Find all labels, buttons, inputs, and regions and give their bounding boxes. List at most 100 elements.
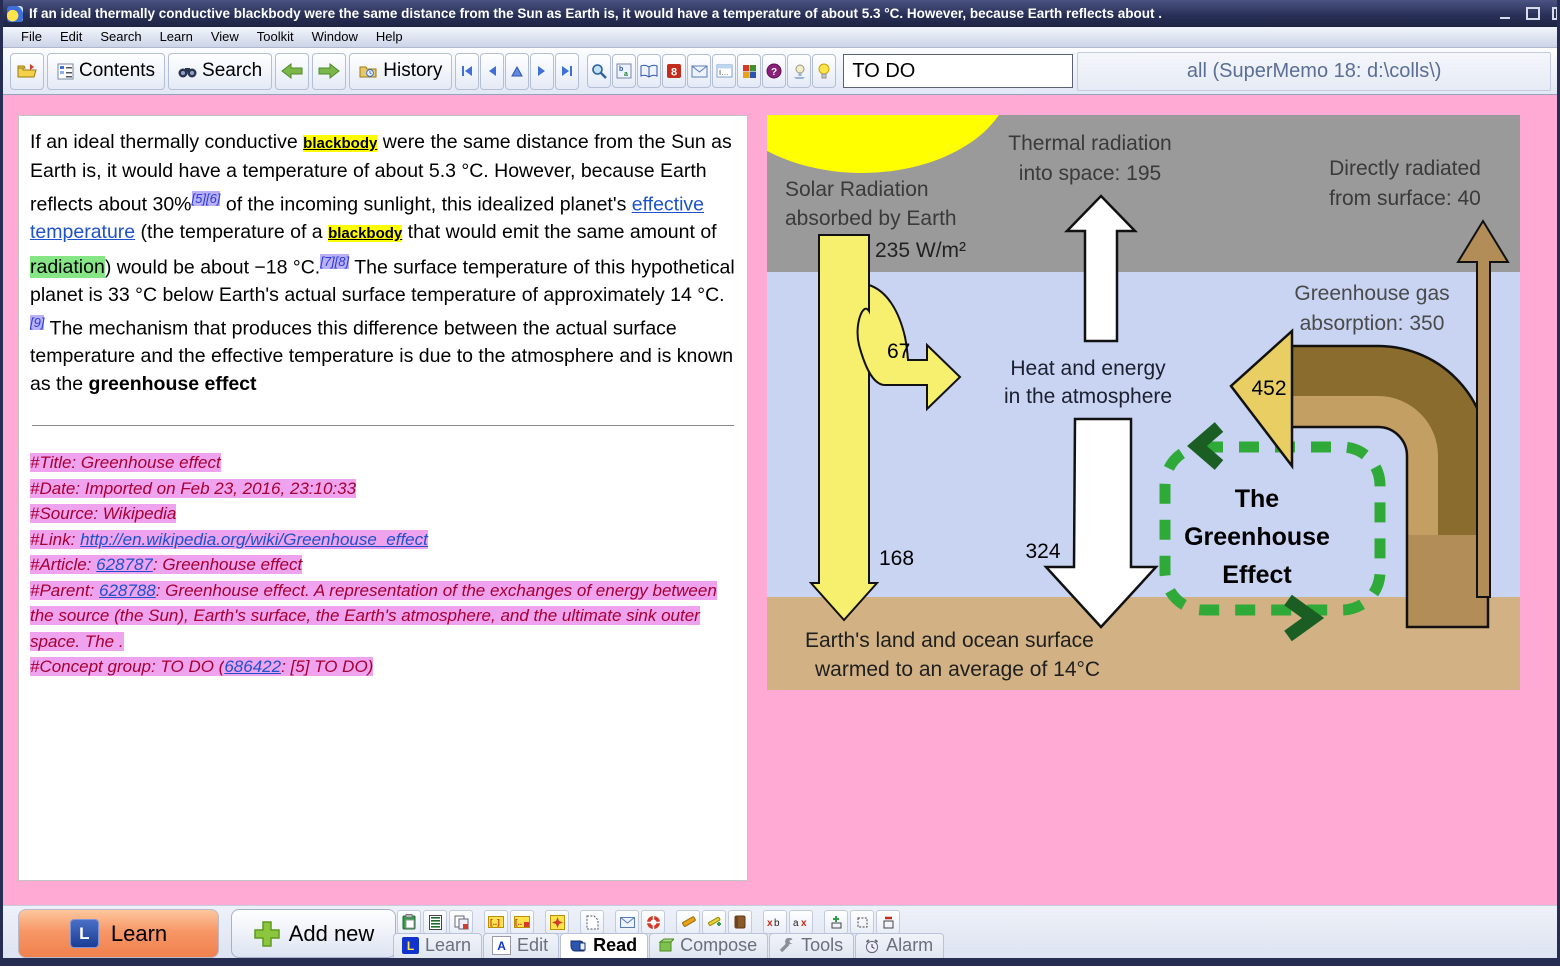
note-line: #Article: 628787: Greenhouse effect <box>30 552 736 578</box>
tab-edit[interactable]: A Edit <box>483 933 559 958</box>
back-arrow-icon <box>281 63 303 79</box>
menu-file[interactable]: File <box>12 27 51 47</box>
note-link[interactable]: 628787 <box>96 555 153 574</box>
menu-search[interactable]: Search <box>91 27 150 47</box>
decompose-icon <box>550 915 565 930</box>
translate-icon: b a <box>616 63 632 79</box>
duplicate-icon <box>454 915 469 930</box>
tools-tab-icon <box>778 938 795 953</box>
nav-next-icon <box>537 65 547 77</box>
dictionary-button[interactable] <box>637 54 661 88</box>
note-line: #Link: http://en.wikipedia.org/wiki/Gree… <box>30 527 736 553</box>
add-template-button[interactable] <box>824 910 848 934</box>
highlight-pen-button[interactable] <box>676 910 700 934</box>
search-button[interactable]: Search <box>168 53 272 90</box>
paste-icon <box>402 914 416 930</box>
mosaic-colors-button[interactable] <box>737 54 761 88</box>
svg-text:a: a <box>793 918 799 928</box>
nav-previous-icon <box>487 65 497 77</box>
nav-next-button[interactable] <box>530 53 554 90</box>
tip-bulb-button[interactable] <box>812 54 836 88</box>
email-button[interactable] <box>687 54 711 88</box>
nav-up-button[interactable] <box>505 53 529 90</box>
google-search-button[interactable]: 8 <box>662 54 686 88</box>
hint-bulb-button[interactable] <box>787 54 811 88</box>
forward-button[interactable] <box>312 53 346 90</box>
extract-pen-button[interactable] <box>702 910 726 934</box>
menu-view[interactable]: View <box>202 27 248 47</box>
template-button[interactable] <box>850 910 874 934</box>
diagram-value: 324 <box>1025 540 1060 563</box>
search-label: Search <box>202 60 262 82</box>
element-title-icon: I… <box>716 64 733 78</box>
article-panel[interactable]: If an ideal thermally conductive blackbo… <box>18 115 748 881</box>
menu-window[interactable]: Window <box>303 27 367 47</box>
hint-bulb-icon <box>792 63 807 79</box>
note-link[interactable]: http://en.wikipedia.org/wiki/Greenhouse_… <box>80 530 428 549</box>
delete-before-cursor-button[interactable]: xb <box>763 910 787 934</box>
article-paragraph: If an ideal thermally conductive blackbo… <box>30 129 736 398</box>
learn-icon: L <box>70 919 99 948</box>
extract-with-reference-button[interactable]: [.. <box>510 910 534 934</box>
reference-marker: [5][6] <box>192 191 221 206</box>
nav-last-button[interactable] <box>555 53 579 90</box>
note-line: #Date: Imported on Feb 23, 2016, 23:10:3… <box>30 476 736 502</box>
extract-ref-icon: [.. <box>514 916 530 928</box>
search-texts-button[interactable] <box>587 54 611 88</box>
diagram-label: Solar Radiation <box>785 178 929 201</box>
greenhouse-diagram[interactable]: Solar Radiation absorbed by Earth 235 W/… <box>767 115 1520 690</box>
learn-button[interactable]: L Learn <box>18 909 219 958</box>
maximize-button[interactable] <box>1524 7 1542 21</box>
tab-read[interactable]: Read <box>560 933 648 958</box>
learn-label: Learn <box>111 921 167 947</box>
back-button[interactable] <box>275 53 309 90</box>
read-tab-icon <box>569 939 587 953</box>
nav-up-icon <box>511 66 523 77</box>
nav-first-button[interactable] <box>455 53 479 90</box>
tab-alarm[interactable]: Alarm <box>855 933 944 958</box>
element-list-button[interactable] <box>423 910 447 934</box>
close-book-button[interactable] <box>728 910 752 934</box>
menu-learn[interactable]: Learn <box>151 27 202 47</box>
minimize-button[interactable] <box>1496 7 1514 21</box>
duplicate-element-button[interactable] <box>449 910 473 934</box>
rescue-button[interactable] <box>641 910 665 934</box>
help-button[interactable]: ? <box>762 54 786 88</box>
add-new-button[interactable]: Add new <box>231 909 396 958</box>
history-button[interactable]: History <box>349 53 452 90</box>
note-link[interactable]: 686422 <box>224 657 281 676</box>
todo-input[interactable] <box>843 54 1073 88</box>
tab-learn[interactable]: L Learn <box>393 933 482 958</box>
help-icon: ? <box>766 63 782 79</box>
note-link[interactable]: 628788 <box>99 581 156 600</box>
main-toolbar: Contents Search History <box>3 48 1557 95</box>
element-title-button[interactable]: I… <box>712 54 736 88</box>
remove-template-button[interactable] <box>876 910 900 934</box>
paste-element-button[interactable] <box>397 910 421 934</box>
menu-edit[interactable]: Edit <box>51 27 91 47</box>
tab-tools[interactable]: Tools <box>769 933 854 958</box>
magnifier-icon <box>591 63 607 79</box>
decompose-button[interactable] <box>545 910 569 934</box>
mail-icon <box>620 917 635 928</box>
delete-after-cursor-button[interactable]: ax <box>789 910 813 934</box>
remove-template-icon <box>881 915 896 929</box>
diagram-label: warmed to an average of 14°C <box>814 658 1100 681</box>
contents-button[interactable]: Contents <box>47 53 165 90</box>
text-segment: If an ideal thermally conductive <box>30 131 303 153</box>
new-page-button[interactable] <box>580 910 604 934</box>
lifebuoy-icon <box>646 915 661 930</box>
tab-compose[interactable]: Compose <box>649 933 768 958</box>
highlighted-term: radiation <box>30 256 105 278</box>
menu-toolkit[interactable]: Toolkit <box>248 27 303 47</box>
list-icon <box>429 915 442 930</box>
nav-previous-button[interactable] <box>480 53 504 90</box>
text-segment: of the incoming sunlight, this idealized… <box>220 194 631 216</box>
open-collection-button[interactable] <box>10 53 44 90</box>
menu-help[interactable]: Help <box>367 27 412 47</box>
extract-button[interactable]: [..] <box>484 910 508 934</box>
diagram-label: 235 W/m² <box>875 239 966 262</box>
email-element-button[interactable] <box>615 910 639 934</box>
translate-button[interactable]: b a <box>612 54 636 88</box>
text-segment: (the temperature of a <box>135 221 328 243</box>
